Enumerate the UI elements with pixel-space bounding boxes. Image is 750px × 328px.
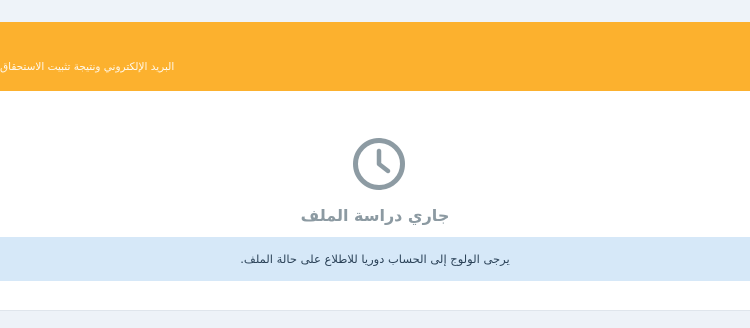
warning-banner: البريد الإلكتروني ونتيجة تثبيت الاستحقاق bbox=[0, 22, 750, 91]
clock-icon bbox=[352, 137, 406, 191]
panel-divider bbox=[0, 310, 750, 311]
warning-banner-text: البريد الإلكتروني ونتيجة تثبيت الاستحقاق bbox=[0, 61, 175, 73]
info-alert: يرجى الولوج إلى الحساب دوريا للاطلاع على… bbox=[0, 237, 750, 281]
info-alert-text: يرجى الولوج إلى الحساب دوريا للاطلاع على… bbox=[240, 252, 510, 266]
top-strip bbox=[0, 0, 750, 22]
status-title: جاري دراسة الملف bbox=[300, 206, 450, 225]
